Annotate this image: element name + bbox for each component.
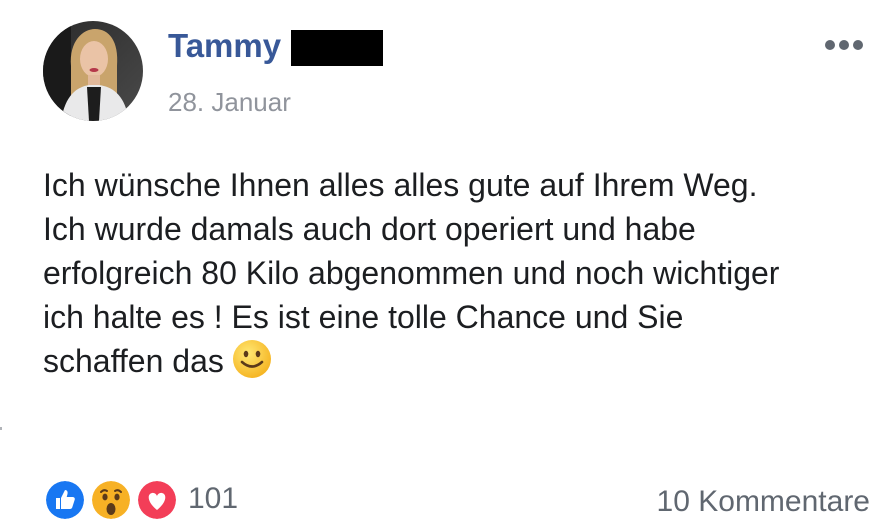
divider-mark	[0, 427, 2, 430]
more-options-button[interactable]	[822, 35, 866, 55]
wow-icon	[89, 478, 133, 522]
post-text-line: ich halte es ! Es ist eine tolle Chance …	[43, 299, 684, 335]
redaction-bar	[291, 30, 383, 66]
post-text-line: erfolgreich 80 Kilo abgenommen und noch …	[43, 255, 780, 291]
post-text-line: Ich wünsche Ihnen alles alles gute auf I…	[43, 167, 758, 203]
post-date[interactable]: 28. Januar	[168, 86, 291, 118]
post-text-line: schaffen das	[43, 343, 224, 379]
comments-link[interactable]: 10 Kommentare	[657, 484, 870, 520]
more-horizontal-icon-dot	[825, 40, 835, 50]
more-horizontal-icon-dot	[839, 40, 849, 50]
reaction-count[interactable]: 101	[188, 481, 238, 517]
avatar[interactable]	[43, 21, 143, 121]
post-text-line: Ich wurde damals auch dort operiert und …	[43, 211, 696, 247]
author-name[interactable]: Tammy	[168, 26, 281, 66]
love-icon	[135, 478, 179, 522]
profile-photo	[43, 21, 143, 121]
more-horizontal-icon-dot	[853, 40, 863, 50]
post-text: Ich wünsche Ihnen alles alles gute auf I…	[43, 163, 873, 390]
like-icon	[43, 478, 87, 522]
smiling-face-emoji-icon	[232, 339, 272, 390]
post-text-line-last: schaffen das	[43, 339, 873, 390]
